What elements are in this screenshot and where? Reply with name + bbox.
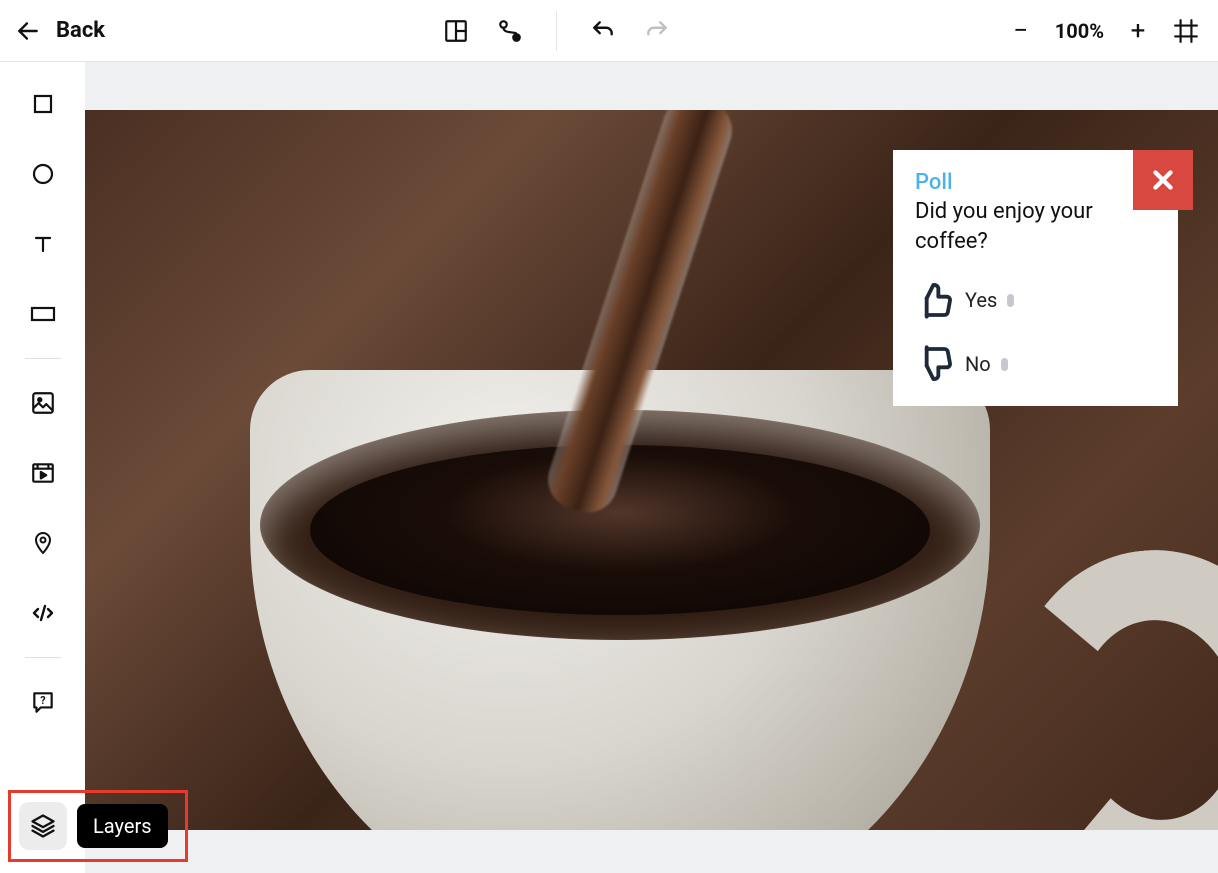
layers-tooltip: Layers: [77, 804, 168, 848]
canvas-area[interactable]: Poll Did you enjoy your coffee? Yes No: [85, 62, 1218, 873]
image-tool[interactable]: [29, 389, 57, 417]
poll-option-label: No: [965, 352, 991, 376]
rectangle-tool[interactable]: [29, 90, 57, 118]
grid-frame-icon[interactable]: [1172, 17, 1200, 45]
video-tool[interactable]: [29, 459, 57, 487]
poll-option-no[interactable]: No: [915, 344, 1156, 384]
button-tool[interactable]: [29, 300, 57, 328]
layers-annotation: Layers: [8, 790, 188, 862]
poll-option-handle[interactable]: [1007, 294, 1014, 307]
help-tool[interactable]: ?: [29, 688, 57, 716]
zoom-level[interactable]: 100%: [1055, 19, 1104, 43]
svg-text:?: ?: [40, 694, 45, 707]
layers-button[interactable]: [19, 802, 67, 850]
poll-option-label: Yes: [965, 288, 997, 312]
poll-title: Poll: [915, 170, 953, 195]
sidebar-divider-2: [25, 657, 61, 658]
tools-sidebar: ?: [0, 62, 85, 873]
zoom-out-button[interactable]: −: [1009, 16, 1033, 46]
percent-path-icon[interactable]: [496, 17, 524, 45]
back-button[interactable]: Back: [14, 17, 105, 45]
poll-option-yes[interactable]: Yes: [915, 280, 1156, 320]
mug-handle-graphic: [994, 538, 1218, 830]
layout-columns-icon[interactable]: [442, 17, 470, 45]
poll-close-button[interactable]: [1133, 150, 1193, 210]
sidebar-divider: [25, 358, 61, 359]
poll-widget[interactable]: Poll Did you enjoy your coffee? Yes No: [893, 150, 1178, 406]
redo-icon[interactable]: [643, 17, 671, 45]
poll-option-handle[interactable]: [1001, 358, 1008, 371]
thumbs-down-icon: [915, 344, 955, 384]
arrow-left-icon: [14, 17, 42, 45]
top-toolbar: Back − 100% +: [0, 0, 1218, 62]
thumbs-up-icon: [915, 280, 955, 320]
poll-question[interactable]: Did you enjoy your coffee?: [915, 197, 1115, 256]
text-tool[interactable]: [29, 230, 57, 258]
circle-tool[interactable]: [29, 160, 57, 188]
toolbar-divider: [556, 11, 557, 51]
code-tool[interactable]: [29, 599, 57, 627]
back-label: Back: [56, 18, 105, 43]
undo-icon[interactable]: [589, 17, 617, 45]
zoom-in-button[interactable]: +: [1126, 16, 1150, 46]
artboard-coffee-scene[interactable]: Poll Did you enjoy your coffee? Yes No: [85, 110, 1218, 830]
pin-tool[interactable]: [29, 529, 57, 557]
